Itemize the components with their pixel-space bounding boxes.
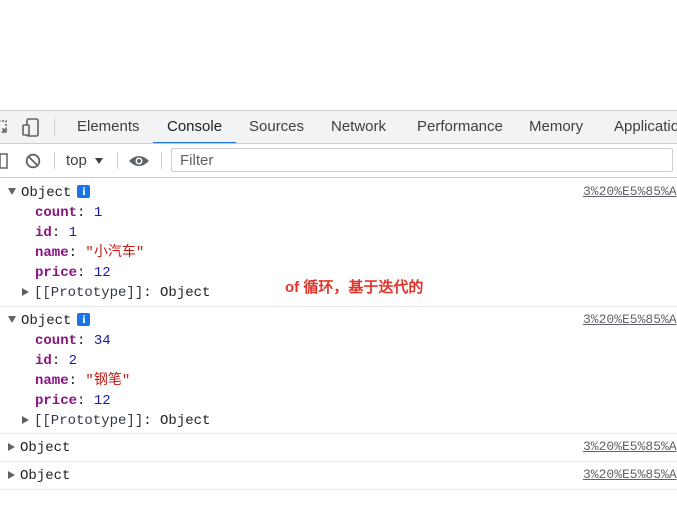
console-message: Object 3%20%E5%85%A [0,434,677,462]
tab-elements[interactable]: Elements [77,111,140,143]
info-icon[interactable]: i [77,313,91,326]
source-link[interactable]: 3%20%E5%85%A [583,437,677,457]
property-row: count: 34 [35,333,111,349]
property-row: name: "钢笔" [35,373,131,389]
expand-triangle-icon[interactable] [8,188,16,195]
property-row: id: 2 [35,353,78,369]
tab-memory[interactable]: Memory [529,111,583,143]
source-link[interactable]: 3%20%E5%85%A [583,310,677,330]
toolbar-divider [161,152,162,169]
object-label: Object [20,468,71,484]
tab-sources[interactable]: Sources [249,111,304,143]
devtools-tab-bar: Elements Console Sources Network Perform… [0,110,677,144]
console-message: Object i 3%20%E5%85%A count: 34 id: 2 nam… [0,307,677,434]
source-link[interactable]: 3%20%E5%85%A [583,465,677,485]
console-message: Object 3%20%E5%85%A [0,462,677,490]
info-icon[interactable]: i [77,185,91,198]
toolbar-divider [117,152,118,169]
expand-triangle-icon[interactable] [8,443,15,451]
tab-application[interactable]: Applicatio [614,111,677,143]
annotation-text: of 循环，基于迭代的 [285,279,424,296]
tab-network[interactable]: Network [331,111,386,143]
chevron-down-icon[interactable] [95,158,103,164]
page-blank-area [0,0,677,110]
source-link[interactable]: 3%20%E5%85%A [583,182,677,202]
filter-input[interactable] [171,148,673,172]
tab-bar-divider [54,119,55,136]
property-row: count: 1 [35,205,103,221]
property-row: price: 12 [35,265,111,281]
console-toolbar: top [0,144,677,178]
property-row: price: 12 [35,393,111,409]
prototype-row[interactable]: [[Prototype]]: Object [22,283,210,303]
prototype-row[interactable]: [[Prototype]]: Object [22,411,210,431]
object-label: Object [21,313,72,329]
object-label: Object [21,185,72,201]
expand-triangle-icon[interactable] [8,316,16,323]
sidebar-toggle-icon[interactable] [0,144,8,177]
expand-triangle-icon[interactable] [22,416,29,424]
context-selector[interactable]: top [66,144,87,177]
device-toolbar-icon[interactable] [20,111,42,143]
expand-triangle-icon[interactable] [22,288,29,296]
object-header[interactable]: Object i [8,311,91,331]
tab-console[interactable]: Console [153,111,237,143]
property-row: name: "小汽车" [35,245,145,261]
inspect-element-icon[interactable] [0,111,10,143]
tab-performance[interactable]: Performance [417,111,503,143]
toolbar-divider [54,152,55,169]
property-row: id: 1 [35,225,78,241]
object-label: Object [20,440,71,456]
object-header[interactable]: Object [8,466,70,486]
object-header[interactable]: Object [8,438,70,458]
clear-console-icon[interactable] [24,144,42,177]
expand-triangle-icon[interactable] [8,471,15,479]
object-header[interactable]: Object i [8,183,91,203]
eye-icon[interactable] [128,144,150,177]
